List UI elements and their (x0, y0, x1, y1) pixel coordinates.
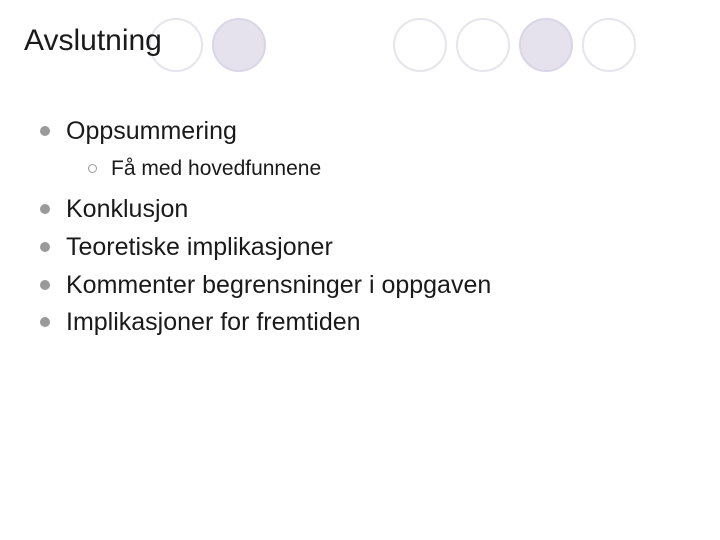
list-item-text: Konklusjon (66, 193, 188, 227)
slide-title: Avslutning (24, 24, 162, 58)
bullet-icon (40, 280, 50, 290)
bullet-icon (40, 204, 50, 214)
list-item-text: Teoretiske implikasjoner (66, 231, 333, 265)
list-item: Oppsummering (40, 115, 680, 149)
list-item: Teoretiske implikasjoner (40, 231, 680, 265)
decorative-circle-icon (393, 18, 447, 72)
list-item: Konklusjon (40, 193, 680, 227)
bullet-list: Konklusjon Teoretiske implikasjoner Komm… (40, 193, 680, 340)
decorative-circle-icon (456, 18, 510, 72)
decorative-circle-icon (582, 18, 636, 72)
decorative-circle-icon (212, 18, 266, 72)
list-item: Kommenter begrensninger i oppgaven (40, 269, 680, 303)
list-item-text: Få med hovedfunnene (111, 155, 321, 183)
decorative-circle-icon (519, 18, 573, 72)
list-item-text: Oppsummering (66, 115, 237, 149)
list-item: Implikasjoner for fremtiden (40, 306, 680, 340)
sub-bullet-list: Få med hovedfunnene (88, 155, 680, 183)
list-item-text: Implikasjoner for fremtiden (66, 306, 361, 340)
bullet-icon (40, 126, 50, 136)
slide-content: Oppsummering Få med hovedfunnene Konklus… (40, 115, 680, 344)
presentation-slide: Avslutning Oppsummering Få med hovedfunn… (0, 0, 720, 540)
bullet-icon (40, 242, 50, 252)
list-item: Få med hovedfunnene (88, 155, 680, 183)
bullet-list: Oppsummering (40, 115, 680, 149)
bullet-icon (40, 317, 50, 327)
list-item-text: Kommenter begrensninger i oppgaven (66, 269, 491, 303)
hollow-bullet-icon (88, 164, 97, 173)
